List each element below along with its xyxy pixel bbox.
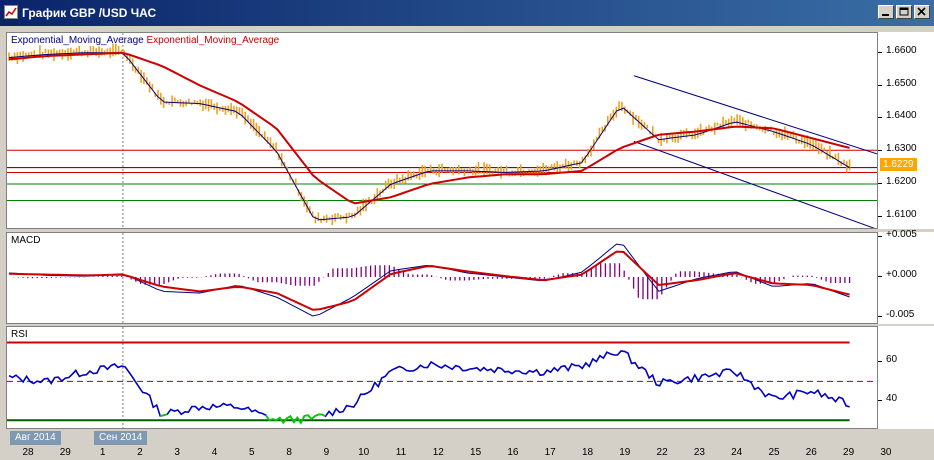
macd-histogram [13,263,851,300]
rsi-chart [7,327,877,428]
day-label: 30 [880,447,892,458]
scale-tick-label: 1.6600 [886,44,917,56]
day-label: 3 [174,447,180,458]
scale-tick-mark [878,276,882,277]
macd-signal-line [8,250,850,311]
ema-slow-line [8,51,850,205]
rsi-oversold-segment [160,413,168,417]
scale-tick-mark [878,51,882,53]
month-label-aug: Авг 2014 [10,431,61,445]
scale-tick-label: +0.005 [886,229,917,240]
time-axis: Авг 2014 Сен 2014 28 29 1 2 3 4 5 8 9 10 11 12 15 16 1… [6,430,891,460]
scale-tick-label: 1.6400 [886,110,917,122]
macd-pane[interactable]: MACD [6,232,878,324]
rsi-oversold-segment [265,413,326,425]
day-label: 23 [693,447,705,458]
scale-tick-label: 40 [886,392,898,404]
day-label: 19 [619,447,631,458]
scale-tick-label: 60 [886,353,898,365]
day-label: 18 [581,447,594,458]
close-icon [917,7,926,16]
scale-tick-mark [878,84,882,86]
scale-tick-mark [878,316,882,317]
rsi-label: RSI [11,329,28,340]
day-label: 8 [286,447,292,458]
price-bars [8,43,851,226]
close-button[interactable] [914,5,930,19]
chart-legend: Exponential_Moving_Average Exponential_M… [11,35,279,46]
day-label: 1 [99,447,106,458]
day-label: 15 [470,447,482,458]
maximize-button[interactable] [896,5,912,19]
rsi-pane[interactable]: RSI [6,326,878,429]
day-label: 16 [507,447,519,458]
minimize-icon [882,14,889,16]
channel-line [633,75,877,155]
scale-tick-mark [878,183,882,185]
scale-tick-mark [878,360,882,362]
day-label: 17 [544,447,556,458]
minimize-button[interactable] [878,5,894,19]
price-chart-pane[interactable]: Exponential_Moving_Average Exponential_M… [6,32,878,229]
scale-tick-label: 1.6200 [886,176,917,188]
scale-tick-label: 1.6500 [886,77,917,89]
scale-tick-mark [878,150,882,152]
day-label: 29 [59,447,71,458]
ema-fast-line [8,52,850,221]
legend-ema-slow: Exponential_Moving_Average [146,35,280,46]
scale-tick-label: 1.6100 [886,208,917,220]
price-chart [7,33,877,228]
day-label: 5 [249,447,255,458]
day-label: 4 [211,447,218,458]
day-label: 24 [731,447,743,458]
day-label: 22 [656,447,668,458]
scale-tick-mark [878,117,882,119]
scale-tick-label: 1.6300 [886,143,917,155]
window-title: График GBP /USD ЧАС [22,6,157,20]
macd-label: MACD [11,235,41,246]
scale-tick-mark [878,215,882,217]
day-label: 9 [323,447,330,458]
chart-app-icon [4,5,18,19]
rsi-line [8,350,850,425]
day-label: 11 [395,447,407,458]
macd-scale: +0.005 +0.000 -0.005 [878,229,934,324]
month-label-sep: Сен 2014 [94,431,148,445]
scale-tick-mark [878,236,882,237]
macd-line [8,243,850,317]
day-label: 10 [358,447,370,458]
legend-ema-fast: Exponential_Moving_Average [11,35,144,46]
scale-tick-label: -0.005 [886,309,915,320]
day-label: 12 [432,447,444,458]
scale-tick-mark [878,399,882,401]
day-label: 2 [137,447,143,458]
last-price-badge: 1.6229 [880,158,917,171]
window-titlebar[interactable]: График GBP /USD ЧАС [0,0,934,26]
macd-chart [8,233,851,323]
scale-tick-label: +0.000 [886,269,917,280]
maximize-icon [899,7,909,16]
day-label: 25 [768,447,780,458]
rsi-scale: 60 40 [878,326,934,429]
price-scale: 1.6600 1.6500 1.6400 1.6300 1.6200 1.6100 [878,32,934,229]
day-label: 29 [843,447,855,458]
day-label: 26 [805,447,817,458]
channel-line [633,140,875,228]
day-label: 28 [22,447,34,458]
